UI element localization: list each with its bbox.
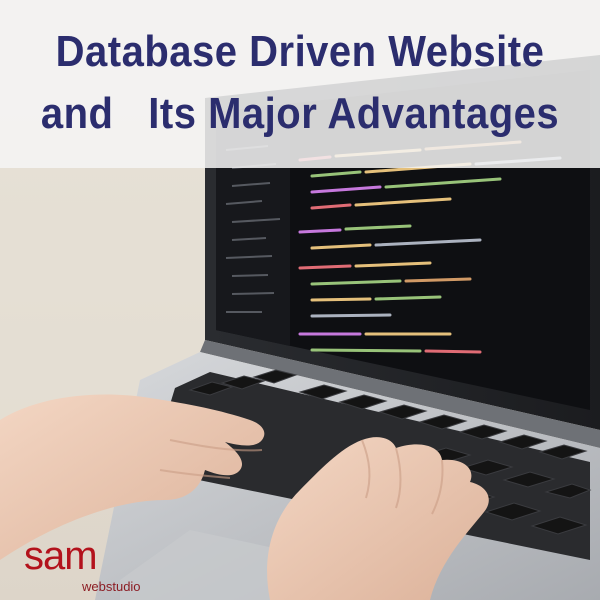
- brand-logo: sam webstudio: [14, 532, 154, 594]
- title-banner: [0, 0, 600, 168]
- logo-tagline: webstudio: [82, 579, 141, 594]
- banner-image: Database Driven Website and Its Major Ad…: [0, 0, 600, 600]
- title-line-2: and Its Major Advantages: [40, 90, 560, 138]
- title-line-1: Database Driven Website: [55, 28, 545, 76]
- logo-wordmark: sam: [24, 534, 98, 578]
